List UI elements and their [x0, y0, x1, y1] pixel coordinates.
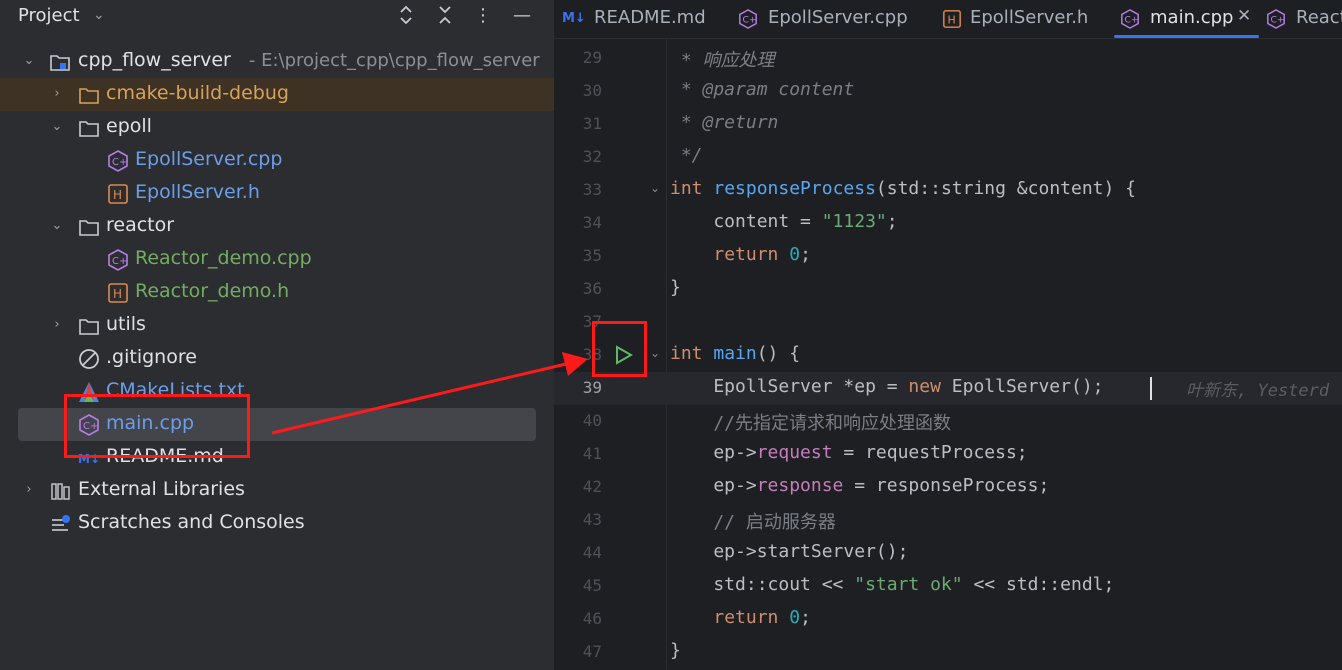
annotation-arrow: [271, 352, 588, 435]
